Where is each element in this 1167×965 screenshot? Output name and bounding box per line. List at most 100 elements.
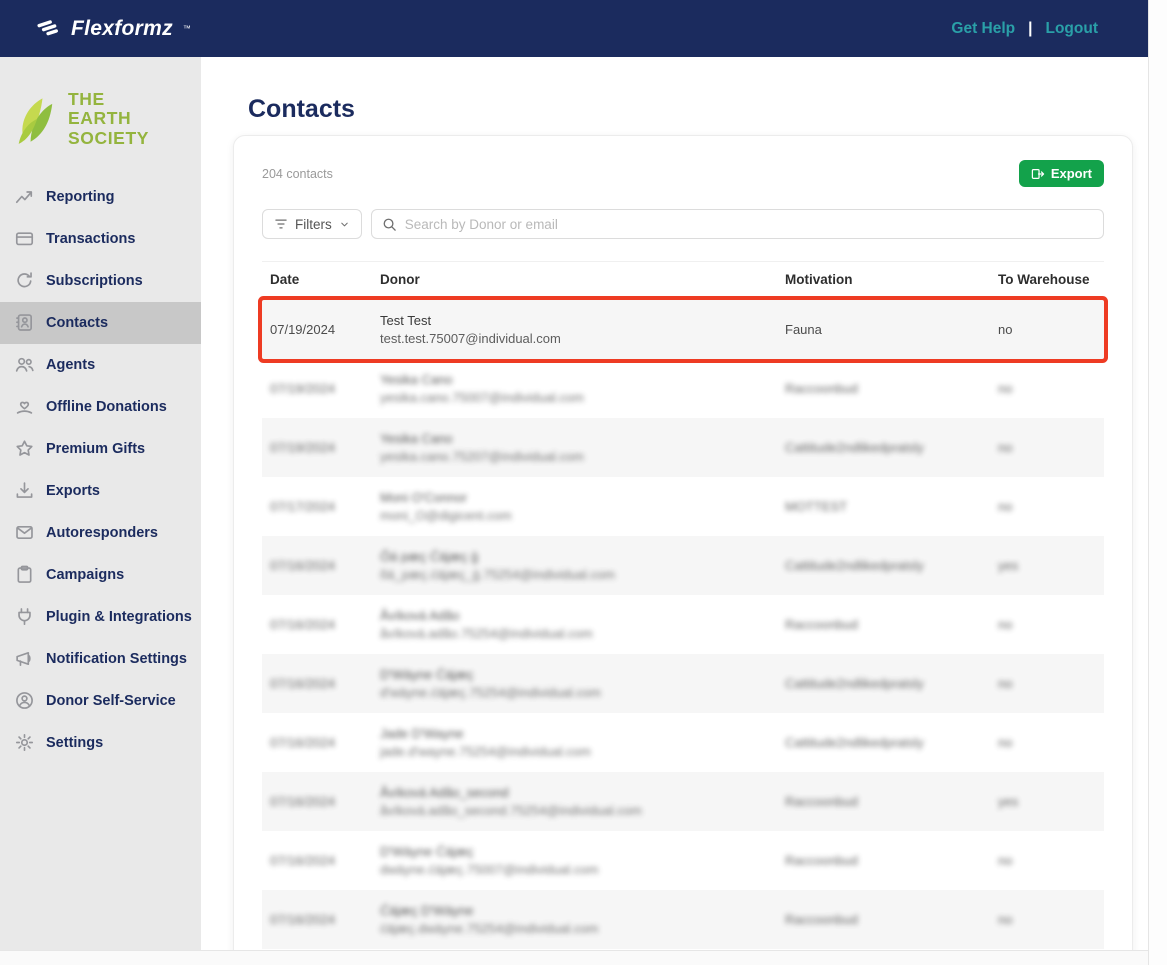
download-icon <box>15 481 34 500</box>
cell-to-warehouse: no <box>998 499 1013 514</box>
column-header-motivation: Motivation <box>785 272 853 287</box>
cell-motivation: Fauna <box>785 322 822 337</box>
person-circle-icon <box>15 691 34 710</box>
table-header: Date Donor Motivation To Warehouse <box>262 261 1104 299</box>
cell-motivation: Raccoonbud <box>785 853 858 868</box>
table-row[interactable]: 07/17/2024 Moni O'Connor moni_O@digicent.… <box>262 477 1104 536</box>
sidebar-item-label: Reporting <box>46 188 115 205</box>
donor-email: moni_O@digicent.com <box>380 508 512 523</box>
table-row[interactable]: 07/16/2024 Åvíková Adão_second åvíková.ad… <box>262 772 1104 831</box>
donor-email: åvíková.adão_second.75254@individual.com <box>380 803 642 818</box>
sidebar-item-reporting[interactable]: Reporting <box>0 176 201 218</box>
cell-date: 07/16/2024 <box>270 558 336 573</box>
earth-society-leaf-icon <box>13 93 59 145</box>
brand-trademark: ™ <box>182 24 191 33</box>
donor-email: test.test.75007@individual.com <box>380 331 561 346</box>
column-header-date: Date <box>270 272 300 287</box>
sidebar-item-premium-gifts[interactable]: Premium Gifts <box>0 428 201 470</box>
donor-email: d'wäyne.ćäjæç.75254@individual.com <box>380 685 601 700</box>
sidebar-item-label: Settings <box>46 734 104 751</box>
cell-date: 07/17/2024 <box>270 499 336 514</box>
donor-email: õá_pæç.ćäjæç_ģ.75254@individual.com <box>380 567 616 582</box>
sidebar-item-transactions[interactable]: Transactions <box>0 218 201 260</box>
star-icon <box>15 439 34 458</box>
sidebar-item-label: Donor Self-Service <box>46 692 176 709</box>
sidebar-item-label: Notification Settings <box>46 650 187 667</box>
sidebar-item-subscriptions[interactable]: Subscriptions <box>0 260 201 302</box>
cell-to-warehouse: no <box>998 617 1013 632</box>
table-row-highlighted[interactable]: 07/19/2024 Test Test test.test.75007@indi… <box>262 300 1104 359</box>
donor-email: åvíková.adão.75254@individual.com <box>380 626 593 641</box>
cell-motivation: MOTTEST <box>785 499 848 514</box>
cell-donor: Ćäjæç D'Wäyne ćäjæç.dwäyne.75254@individu… <box>372 895 777 944</box>
cell-date: 07/19/2024 <box>270 381 336 396</box>
export-button[interactable]: Export <box>1018 160 1104 187</box>
cell-donor: Åvíková Adão åvíková.adão.75254@individua… <box>372 600 777 649</box>
logout-link[interactable]: Logout <box>1045 20 1098 38</box>
cell-date: 07/19/2024 <box>270 322 336 337</box>
card-top: 204 contacts Export <box>262 160 1104 187</box>
table-row[interactable]: 07/16/2024 D'Wäyne Ćäjæç d'wäyne.ćäjæç.75… <box>262 654 1104 713</box>
sidebar-item-notification-settings[interactable]: Notification Settings <box>0 638 201 680</box>
search-box <box>370 209 1104 239</box>
sidebar-item-campaigns[interactable]: Campaigns <box>0 554 201 596</box>
cell-donor: Yesika Cano yesika.cano.75207@individual.… <box>372 423 777 472</box>
table-row[interactable]: 07/16/2024 Ćäjæç D'Wäyne ćäjæç.dwäyne.752… <box>262 890 1104 949</box>
sidebar-item-label: Campaigns <box>46 566 125 583</box>
cell-to-warehouse: yes <box>998 558 1019 573</box>
cell-motivation: Raccoonbud <box>785 381 858 396</box>
get-help-link[interactable]: Get Help <box>951 20 1015 38</box>
page-title: Contacts <box>248 95 355 123</box>
sidebar-item-label: Agents <box>46 356 96 373</box>
table-row[interactable]: 07/16/2024 Jade D'Wayne jade.d'wayne.7525… <box>262 713 1104 772</box>
table-row[interactable]: 07/16/2024 Őá pæç Ćäjæç ģ õá_pæç.ćäjæç_ģ.… <box>262 536 1104 595</box>
sidebar-item-donor-self-service[interactable]: Donor Self-Service <box>0 680 201 722</box>
sidebar-menu: Reporting Transactions Subscriptions Con… <box>0 176 201 764</box>
org-name: THE EARTH SOCIETY <box>68 89 149 148</box>
donor-email: yesika.cano.75207@individual.com <box>380 449 584 464</box>
sidebar-item-settings[interactable]: Settings <box>0 722 201 764</box>
donor-name: Åvíková Adão <box>380 608 460 623</box>
table-row[interactable]: 07/16/2024 Åvíková Adão åvíková.adão.7525… <box>262 595 1104 654</box>
horizontal-scrollbar[interactable] <box>0 950 1148 965</box>
topnav-divider: | <box>1028 19 1033 37</box>
contacts-count: 204 contacts <box>262 166 333 181</box>
cell-date: 07/16/2024 <box>270 853 336 868</box>
envelope-icon <box>15 523 34 542</box>
vertical-scrollbar[interactable] <box>1148 0 1167 965</box>
cell-to-warehouse: no <box>998 676 1013 691</box>
sidebar-item-offline-donations[interactable]: Offline Donations <box>0 386 201 428</box>
brand-name: Flexformz <box>71 16 173 40</box>
search-input[interactable] <box>404 216 1093 232</box>
donor-name: Őá pæç Ćäjæç ģ <box>380 549 479 564</box>
flexformz-logo-icon <box>36 18 62 40</box>
cell-motivation: Raccoonbud <box>785 617 858 632</box>
sidebar-item-label: Contacts <box>46 314 109 331</box>
sidebar-item-label: Subscriptions <box>46 272 143 289</box>
cell-to-warehouse: no <box>998 381 1013 396</box>
org-logo: THE EARTH SOCIETY <box>0 57 201 176</box>
table-row[interactable]: 07/16/2024 D'Wäyne Ćäjæç dwäyne.ćäjæç.750… <box>262 831 1104 890</box>
cell-to-warehouse: no <box>998 912 1013 927</box>
plug-icon <box>15 607 34 626</box>
cell-motivation: Cattitude2ndlikedpratsly <box>785 735 924 750</box>
sidebar-item-autoresponders[interactable]: Autoresponders <box>0 512 201 554</box>
sidebar-item-contacts[interactable]: Contacts <box>0 301 201 344</box>
chart-icon <box>15 187 34 206</box>
flexformz-brand: Flexformz ™ <box>36 17 191 41</box>
cell-date: 07/16/2024 <box>270 735 336 750</box>
cell-donor: Moni O'Connor moni_O@digicent.com <box>372 482 777 531</box>
sidebar-item-exports[interactable]: Exports <box>0 470 201 512</box>
table-row[interactable]: 07/19/2024 Yesika Cano yesika.cano.75007@… <box>262 359 1104 418</box>
donor-name: Jade D'Wayne <box>380 726 464 741</box>
filters-button[interactable]: Filters <box>262 209 362 239</box>
table-row[interactable]: 07/19/2024 Yesika Cano yesika.cano.75207@… <box>262 418 1104 477</box>
topnav: Get Help | Logout <box>951 20 1098 38</box>
sidebar-item-plugin-integrations[interactable]: Plugin & Integrations <box>0 596 201 638</box>
topbar: Flexformz ™ Get Help | Logout <box>0 0 1148 57</box>
people-icon <box>15 355 34 374</box>
sidebar-item-agents[interactable]: Agents <box>0 344 201 386</box>
cell-donor: D'Wäyne Ćäjæç dwäyne.ćäjæç.75007@individu… <box>372 836 777 885</box>
sidebar-item-label: Offline Donations <box>46 398 167 415</box>
megaphone-icon <box>15 649 34 668</box>
